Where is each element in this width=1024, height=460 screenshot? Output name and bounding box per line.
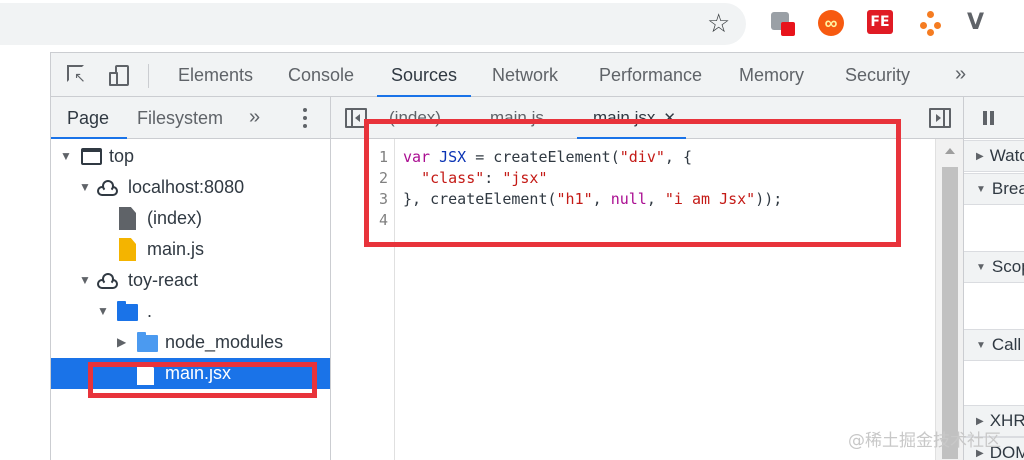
tab-memory[interactable]: Memory — [739, 53, 804, 97]
tree-row-localhost[interactable]: ▼ localhost:8080 — [51, 172, 330, 203]
debugger-sidebar: ▶ Watch ▼ Breakpoints ▼ Scope ▼ Call Stack ▶… — [963, 97, 1024, 460]
folder-icon — [137, 332, 158, 352]
editor-scrollbar[interactable] — [935, 139, 963, 460]
collapsed-triangle-icon: ▶ — [976, 151, 984, 162]
tree-row-label: main.js — [147, 239, 205, 259]
highlight-box-selected-file — [88, 362, 317, 398]
devtools-window: ↖ Elements Console Sources Network Perfo… — [50, 52, 1024, 460]
cloud-icon — [95, 180, 120, 196]
tree-row-label: (index) — [147, 208, 203, 228]
toggle-debugger-icon[interactable] — [929, 108, 951, 128]
scroll-up-arrow-icon[interactable] — [945, 148, 955, 154]
expanded-triangle-icon: ▼ — [976, 262, 986, 273]
section-label: Call Stack — [991, 335, 1024, 354]
tree-row-top[interactable]: ▼ top — [51, 141, 330, 172]
section-label: Breakpoints — [991, 179, 1024, 198]
tree-row-main-js[interactable]: main.js — [51, 234, 330, 265]
more-tabs-chevron-icon[interactable]: » — [955, 53, 966, 97]
navigator-tabbar: Page Filesystem » — [50, 97, 330, 139]
fe-extension-icon[interactable]: FE — [867, 10, 893, 34]
tree-row-label: node_modules — [165, 332, 284, 352]
tab-console[interactable]: Console — [288, 53, 354, 97]
tree-row-label: . — [147, 301, 153, 321]
navigator-more-chevron-icon[interactable]: » — [249, 97, 260, 137]
js-file-icon — [119, 238, 136, 261]
section-watch[interactable]: ▶ Watch — [964, 140, 1024, 172]
section-scope[interactable]: ▼ Scope — [964, 251, 1024, 283]
tree-row-root-folder[interactable]: ▼ . — [51, 296, 330, 327]
tree-row-toy-react[interactable]: ▼ toy-react — [51, 265, 330, 296]
tree-row-node-modules[interactable]: ▶ node_modules — [51, 327, 330, 358]
browser-toolbar: ☆ ∞ FE V — [0, 0, 1024, 52]
section-label: Watch — [989, 146, 1024, 165]
highlight-box-code — [364, 119, 901, 247]
tree-row-label: top — [109, 146, 135, 166]
collapsed-triangle-icon[interactable]: ▶ — [117, 327, 126, 358]
pause-icon[interactable] — [983, 111, 995, 125]
expanded-triangle-icon: ▼ — [976, 184, 986, 195]
v-extension-icon[interactable]: V — [967, 10, 993, 36]
section-label: Scope — [991, 257, 1024, 276]
device-toolbar-icon[interactable] — [109, 65, 131, 87]
tab-network[interactable]: Network — [492, 53, 558, 97]
document-icon — [119, 207, 136, 230]
scrollbar-thumb[interactable] — [942, 167, 958, 459]
expanded-triangle-icon[interactable]: ▼ — [79, 172, 91, 203]
puzzle-extension-icon[interactable] — [769, 10, 795, 36]
devtools-main-tabbar: ↖ Elements Console Sources Network Perfo… — [51, 53, 1024, 97]
tree-row-label: localhost:8080 — [128, 177, 245, 197]
tree-row-label: toy-react — [128, 270, 199, 290]
navigator-menu-kebab-icon[interactable] — [302, 108, 308, 128]
expanded-triangle-icon[interactable]: ▼ — [97, 296, 109, 327]
address-bar[interactable] — [0, 3, 746, 45]
toolbar-divider — [148, 64, 149, 88]
tab-elements[interactable]: Elements — [178, 53, 253, 97]
tab-sources[interactable]: Sources — [376, 53, 472, 97]
cloud-icon — [95, 273, 120, 289]
section-call-stack[interactable]: ▼ Call Stack — [964, 329, 1024, 361]
navigator-tab-page[interactable]: Page — [50, 97, 128, 139]
watermark-text: @稀土掘金技术社区 — [848, 431, 1001, 451]
tree-extension-icon[interactable] — [918, 10, 944, 36]
debugger-toolbar — [964, 97, 1024, 139]
frame-icon — [81, 148, 102, 165]
tab-security[interactable]: Security — [845, 53, 910, 97]
bookmark-star-icon[interactable]: ☆ — [707, 9, 730, 39]
folder-icon — [117, 301, 138, 321]
tree-row-index[interactable]: (index) — [51, 203, 330, 234]
sources-navigator: Page Filesystem » ▼ top ▼ localhost:8080… — [50, 97, 331, 460]
inspect-element-icon[interactable]: ↖ — [67, 65, 89, 87]
expanded-triangle-icon[interactable]: ▼ — [60, 141, 72, 172]
infinity-extension-icon[interactable]: ∞ — [818, 10, 844, 36]
expanded-triangle-icon: ▼ — [976, 340, 986, 351]
section-breakpoints[interactable]: ▼ Breakpoints — [964, 173, 1024, 205]
navigator-tab-filesystem[interactable]: Filesystem — [137, 97, 223, 139]
expanded-triangle-icon[interactable]: ▼ — [79, 265, 91, 296]
file-tree: ▼ top ▼ localhost:8080 (index) main.js ▼… — [51, 139, 330, 460]
tab-performance[interactable]: Performance — [599, 53, 702, 97]
